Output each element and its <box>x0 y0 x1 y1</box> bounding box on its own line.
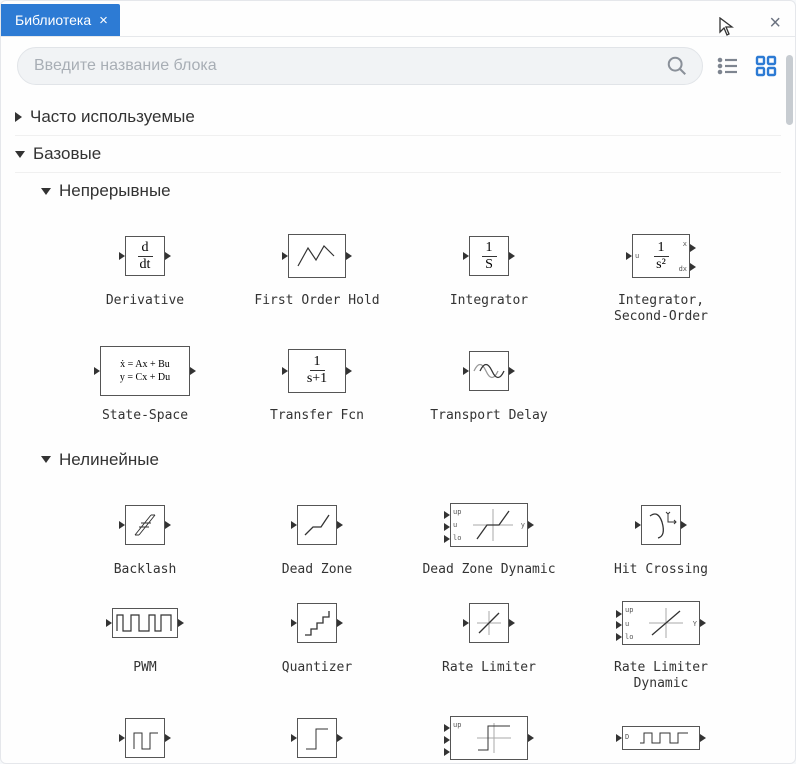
library-panel: Библиотека × × Часто используемые <box>0 0 796 764</box>
block-label: Rate Limiter <box>442 660 536 676</box>
block-label: Transfer Fcn <box>270 408 364 424</box>
search-box[interactable] <box>17 47 703 85</box>
block-partial-4[interactable]: D <box>581 707 741 764</box>
blocks-grid-nonlinear: Backlash Dead Zone up u lo y Dead <box>15 478 781 763</box>
subcategory-nonlinear[interactable]: Нелинейные <box>15 442 781 478</box>
block-icon <box>297 505 337 545</box>
search-input[interactable] <box>32 56 666 76</box>
chevron-right-icon <box>15 112 22 122</box>
block-pwm[interactable]: PWM <box>65 592 225 693</box>
block-label: Integrator <box>450 293 528 309</box>
block-icon <box>469 351 509 391</box>
content-area: Часто используемые Базовые Непрерывные d… <box>1 95 795 763</box>
block-partial-3[interactable]: up <box>409 707 569 764</box>
block-label: Hit Crossing <box>614 562 708 578</box>
block-rate-limiter[interactable]: Rate Limiter <box>409 592 569 693</box>
block-icon: up u lo Y <box>622 601 700 645</box>
tab-bar: Библиотека × × <box>1 1 795 37</box>
chevron-down-icon <box>41 188 51 195</box>
block-label: Derivative <box>106 293 184 309</box>
block-transfer-fcn[interactable]: 1s+1 Transfer Fcn <box>237 340 397 424</box>
block-icon: up <box>450 716 528 760</box>
toolbar <box>1 37 795 95</box>
block-quantizer[interactable]: Quantizer <box>237 592 397 693</box>
block-label: Quantizer <box>282 660 352 676</box>
chevron-down-icon <box>15 151 25 158</box>
subcategory-label: Непрерывные <box>59 181 171 201</box>
block-icon: 1S <box>469 236 509 276</box>
block-icon <box>112 608 178 638</box>
block-icon <box>125 718 165 758</box>
close-panel-icon[interactable]: × <box>769 13 781 33</box>
block-icon <box>125 505 165 545</box>
block-icon: u x dx 1s² <box>632 234 690 278</box>
block-dead-zone[interactable]: Dead Zone <box>237 494 397 578</box>
block-icon: ddt <box>125 236 165 276</box>
block-derivative[interactable]: ddt Derivative <box>65 225 225 326</box>
close-tab-icon[interactable]: × <box>99 13 108 28</box>
block-icon: D <box>622 726 700 750</box>
category-label: Базовые <box>33 144 101 164</box>
subcategory-continuous[interactable]: Непрерывные <box>15 173 781 209</box>
block-icon: 1s+1 <box>288 349 346 393</box>
block-label: State-Space <box>102 408 188 424</box>
block-label: Backlash <box>114 562 177 578</box>
search-icon[interactable] <box>666 55 688 77</box>
block-icon <box>288 234 346 278</box>
block-first-order-hold[interactable]: First Order Hold <box>237 225 397 326</box>
subcategory-label: Нелинейные <box>59 450 159 470</box>
block-label: Rate Limiter Dynamic <box>614 660 708 693</box>
block-partial-1[interactable] <box>65 707 225 764</box>
block-partial-2[interactable] <box>237 707 397 764</box>
block-rate-limiter-dynamic[interactable]: up u lo Y Rate Limiter Dynamic <box>581 592 741 693</box>
block-label: PWM <box>133 660 156 676</box>
block-icon: up u lo y <box>450 503 528 547</box>
category-label: Часто используемые <box>30 107 195 127</box>
list-view-button[interactable] <box>715 53 741 79</box>
block-icon <box>297 603 337 643</box>
block-integrator[interactable]: 1S Integrator <box>409 225 569 326</box>
block-label: First Order Hold <box>254 293 379 309</box>
block-label: Dead Zone Dynamic <box>422 562 555 578</box>
tab-label: Библиотека <box>15 12 91 28</box>
block-label: Integrator, Second-Order <box>614 293 708 326</box>
category-basic[interactable]: Базовые <box>15 136 781 173</box>
grid-view-button[interactable] <box>753 53 779 79</box>
chevron-down-icon <box>41 456 51 463</box>
category-frequent[interactable]: Часто используемые <box>15 99 781 136</box>
block-integrator-second-order[interactable]: u x dx 1s² Integrator, Second-Order <box>581 225 741 326</box>
block-backlash[interactable]: Backlash <box>65 494 225 578</box>
block-icon <box>297 718 337 758</box>
blocks-grid-continuous: ddt Derivative First Order Hold 1S Integ… <box>15 209 781 442</box>
tab-library[interactable]: Библиотека × <box>1 4 120 36</box>
block-icon <box>641 505 681 545</box>
block-dead-zone-dynamic[interactable]: up u lo y Dead Zone Dynamic <box>409 494 569 578</box>
block-label: Dead Zone <box>282 562 352 578</box>
block-icon <box>469 603 509 643</box>
block-icon: ẋ = Ax + Buy = Cx + Du <box>100 346 190 396</box>
block-transport-delay[interactable]: Transport Delay <box>409 340 569 424</box>
block-state-space[interactable]: ẋ = Ax + Buy = Cx + Du State-Space <box>65 340 225 424</box>
block-label: Transport Delay <box>430 408 547 424</box>
block-hit-crossing[interactable]: Hit Crossing <box>581 494 741 578</box>
